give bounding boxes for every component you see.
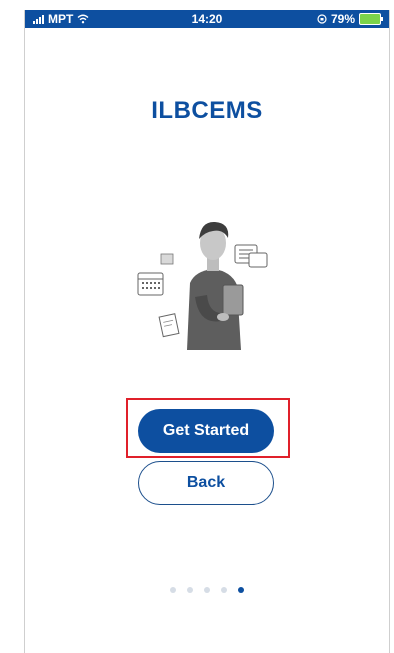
calendar-icon (137, 272, 164, 296)
page-dot (221, 587, 227, 593)
page-indicator (25, 587, 389, 593)
app-title: ILBCEMS (151, 97, 263, 124)
page-dot (204, 587, 210, 593)
page-dot-active (238, 587, 244, 593)
battery-percent: 79% (330, 12, 355, 26)
page-dot (187, 587, 193, 593)
status-bar: MPT 14:20 79% (25, 10, 389, 28)
page-dot (170, 587, 176, 593)
card-icon (160, 253, 174, 265)
back-button[interactable]: Back (138, 461, 274, 505)
chat-bubble-icon (234, 244, 268, 268)
highlight-box (126, 398, 290, 458)
battery-icon (359, 13, 383, 25)
orientation-lock-icon (317, 14, 327, 24)
phone-screen: MPT 14:20 79% ILBCEMS Get Started Back (24, 10, 390, 653)
status-right: 79% (317, 12, 383, 26)
document-icon (158, 313, 180, 338)
person-figure (187, 221, 244, 350)
person-with-tablet-illustration (137, 221, 268, 350)
